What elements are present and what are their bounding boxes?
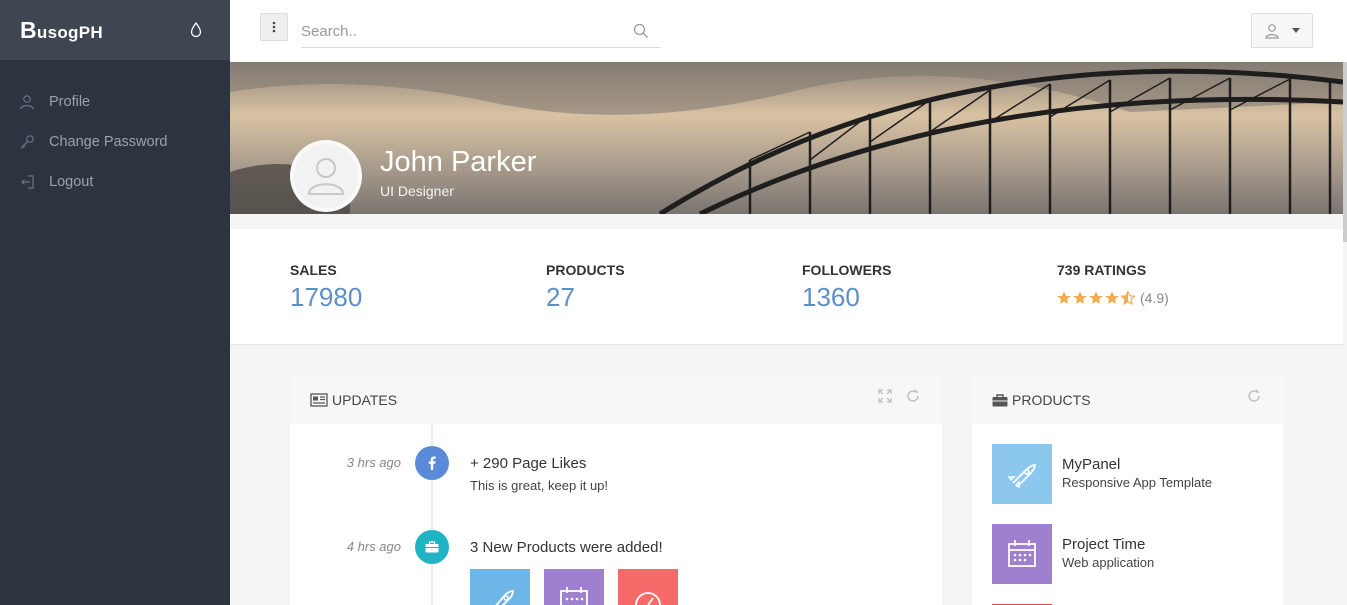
timeline: 3 hrs ago + 290 Page Likes This is great… — [290, 424, 942, 605]
user-icon — [20, 95, 34, 110]
key-icon — [20, 135, 34, 149]
timeline-time: 4 hrs ago — [346, 539, 401, 554]
star-icon — [1073, 291, 1087, 304]
profile-name: John Parker — [380, 146, 537, 178]
product-desc: Web application — [1062, 555, 1155, 570]
refresh-icon[interactable] — [906, 389, 920, 403]
stat-value: 27 — [546, 282, 575, 312]
search-input[interactable] — [301, 22, 601, 40]
timeline-time: 3 hrs ago — [346, 455, 401, 470]
sidebar-item-change-password[interactable]: Change Password — [0, 122, 230, 162]
star-rating: (4.9) — [1057, 290, 1169, 306]
briefcase-icon — [415, 530, 449, 564]
caret-down-icon — [1292, 28, 1300, 33]
timeline-title: + 290 Page Likes — [470, 455, 587, 472]
briefcase-icon — [992, 393, 1008, 406]
stat-ratings: 739 RATINGS (4.9) — [1057, 262, 1169, 306]
timeline-subtitle: This is great, keep it up! — [470, 478, 609, 493]
product-icon — [992, 444, 1052, 504]
timeline-title: 3 New Products were added! — [470, 539, 663, 556]
stat-products: PRODUCTS 27 — [546, 262, 625, 313]
sidebar-item-logout[interactable]: Logout — [0, 162, 230, 202]
panel-header: UPDATES — [290, 376, 942, 424]
sidebar-item-label: Profile — [49, 94, 91, 110]
rating-score: (4.9) — [1140, 290, 1169, 306]
stat-followers: FOLLOWERS 1360 — [802, 262, 891, 313]
product-text: Project Time Web application — [1062, 524, 1154, 584]
stat-label: SALES — [290, 262, 337, 278]
sidebar: BusogPH Profile Change Password Logout — [0, 0, 230, 605]
stat-value: 17980 — [290, 282, 363, 312]
newspaper-icon — [310, 393, 328, 407]
search-bar — [301, 15, 661, 48]
panel-title: UPDATES — [332, 392, 398, 408]
profile-avatar[interactable] — [290, 140, 362, 212]
sidebar-item-profile[interactable]: Profile — [0, 82, 230, 122]
logout-icon — [21, 175, 34, 189]
half-star-icon — [1121, 291, 1135, 305]
panel-header: PRODUCTS — [972, 376, 1283, 424]
product-thumb-calendar[interactable] — [544, 569, 604, 605]
updates-panel: UPDATES 3 hrs ago + 290 Page Likes This … — [290, 376, 942, 605]
product-text: MyPanel Responsive App Template — [1062, 444, 1212, 504]
stats-bar: SALES 17980 PRODUCTS 27 FOLLOWERS 1360 7… — [230, 229, 1343, 345]
sidebar-item-label: Change Password — [49, 134, 168, 150]
profile-banner: John Parker UI Designer — [230, 62, 1343, 214]
sidebar-item-label: Logout — [49, 174, 94, 190]
stat-sales: SALES 17980 — [290, 262, 362, 313]
speedometer-icon — [635, 592, 661, 605]
stat-label: 739 RATINGS — [1057, 262, 1147, 278]
facebook-icon — [415, 446, 449, 480]
stat-label: PRODUCTS — [546, 262, 625, 278]
star-icon — [1105, 291, 1119, 304]
expand-icon[interactable] — [878, 389, 892, 403]
menu-toggle-button[interactable] — [260, 13, 288, 41]
product-thumb-rocket[interactable] — [470, 569, 530, 605]
product-thumb-gauge[interactable] — [618, 569, 678, 605]
product-name: Project Time — [1062, 536, 1146, 553]
calendar-icon — [1008, 540, 1036, 567]
products-panel: PRODUCTS MyPanel Responsive App Template… — [972, 376, 1283, 605]
product-item-project-time[interactable]: Project Time Web application — [992, 524, 1154, 584]
panel-tools — [878, 389, 920, 403]
user-menu-button[interactable] — [1251, 13, 1313, 48]
rocket-icon — [495, 590, 514, 605]
panel-title: PRODUCTS — [1012, 392, 1091, 408]
brand-bar: BusogPH — [0, 0, 230, 60]
refresh-icon[interactable] — [1247, 389, 1261, 403]
calendar-icon — [560, 587, 588, 605]
star-icon — [1057, 291, 1071, 304]
product-icon — [992, 524, 1052, 584]
topbar — [230, 0, 1347, 62]
vertical-dots-icon — [272, 21, 276, 33]
sidebar-nav: Profile Change Password Logout — [0, 82, 230, 202]
profile-role: UI Designer — [380, 183, 454, 199]
product-desc: Responsive App Template — [1062, 475, 1213, 490]
stat-label: FOLLOWERS — [802, 262, 892, 278]
search-icon[interactable] — [633, 23, 649, 39]
product-name: MyPanel — [1062, 456, 1121, 473]
rocket-icon — [1007, 464, 1036, 489]
star-icon — [1089, 291, 1103, 304]
brand-logo[interactable]: BusogPH — [20, 17, 103, 44]
user-icon — [1265, 23, 1279, 39]
panel-tools — [1247, 389, 1261, 403]
product-item-mypanel[interactable]: MyPanel Responsive App Template — [992, 444, 1212, 504]
scrollbar[interactable] — [1343, 62, 1347, 242]
user-avatar-icon — [307, 158, 345, 195]
droplet-icon[interactable] — [190, 22, 202, 38]
stat-value: 1360 — [802, 282, 860, 312]
